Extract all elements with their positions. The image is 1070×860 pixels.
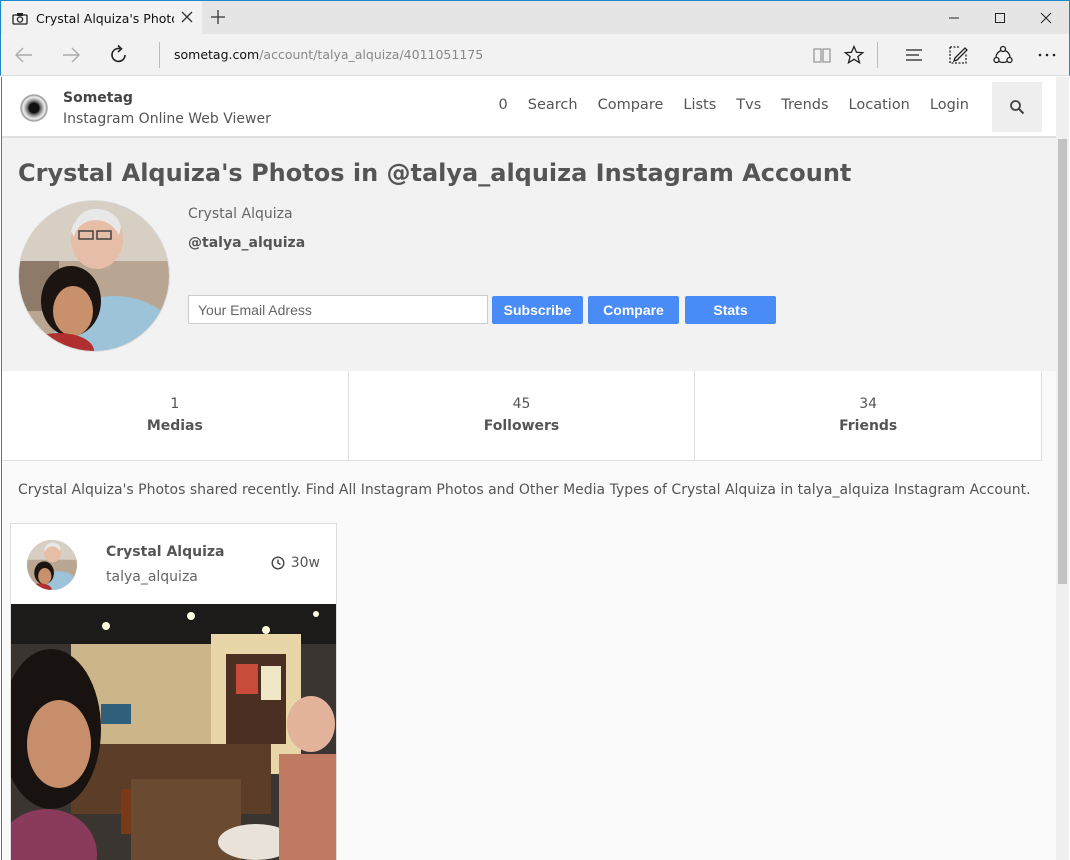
menu-item-lists[interactable]: Lists [683,97,716,113]
browser-toolbar: sometag.com/account/talya_alquiza/401105… [0,34,1070,76]
post-avatar[interactable] [27,540,77,590]
post-author-name[interactable]: Crystal Alquiza [106,544,224,560]
stat-label: Medias [146,418,203,434]
stat-value: 45 [512,396,531,412]
menu-item-compare[interactable]: Compare [598,97,664,113]
menu-item-login[interactable]: Login [930,97,969,113]
menu-item-count[interactable]: 0 [499,97,508,113]
clock-icon [271,556,285,570]
camera-icon [12,12,28,25]
web-page: Sometag Instagram Online Web Viewer 0 Se… [1,77,1069,860]
minimize-button[interactable] [931,1,977,35]
menu-item-location[interactable]: Location [849,97,910,113]
profile-avatar [18,200,170,352]
profile-name: Crystal Alquiza [188,206,293,222]
stats-button[interactable]: Stats [685,296,776,324]
share-icon[interactable] [992,44,1014,66]
stat-label: Friends [839,418,898,434]
browser-titlebar: Crystal Alquiza's Photos [0,0,1070,35]
hub-icon[interactable] [903,44,925,66]
site-tagline: Instagram Online Web Viewer [63,111,271,127]
close-icon [1040,12,1052,24]
menu-item-search[interactable]: Search [528,97,578,113]
page-scrollbar[interactable] [1056,77,1069,860]
stats-bar: 1 Medias 45 Followers 34 Friends [2,371,1043,461]
more-icon[interactable] [1036,44,1058,66]
stat-value: 34 [859,396,878,412]
post-photo[interactable] [11,604,336,860]
restaurant-photo [11,604,336,860]
stat-medias[interactable]: 1 Medias [2,371,349,460]
maximize-icon [995,13,1005,23]
description-text: Crystal Alquiza's Photos shared recently… [18,482,1031,498]
close-tab-icon[interactable] [180,10,194,24]
close-window-button[interactable] [1023,1,1069,35]
post-time: 30w [271,555,320,571]
minimize-icon [949,17,959,19]
profile-header: Crystal Alquiza's Photos in @talya_alqui… [2,138,1057,371]
site-brand[interactable]: Sometag [63,90,133,106]
url-path: /account/talya_alquiza/4011051175 [259,47,484,62]
menu-item-tvs[interactable]: Tvs [736,97,761,113]
stat-friends[interactable]: 34 Friends [695,371,1043,460]
post-card[interactable]: Crystal Alquiza talya_alquiza 30w [10,523,337,860]
subscribe-button[interactable]: Subscribe [492,296,583,324]
avatar-photo [19,201,169,351]
site-menu: 0 Search Compare Lists Tvs Trends Locati… [499,97,969,113]
compare-button[interactable]: Compare [588,296,679,324]
toolbar-separator [877,42,878,68]
post-avatar-photo [27,540,77,590]
browser-tab[interactable]: Crystal Alquiza's Photos [2,1,202,35]
new-tab-icon[interactable] [209,8,227,26]
menu-item-trends[interactable]: Trends [781,97,828,113]
stat-label: Followers [483,418,560,434]
address-field[interactable]: sometag.com/account/talya_alquiza/401105… [159,42,483,68]
search-button[interactable] [992,82,1042,132]
reading-view-icon[interactable] [811,44,833,66]
url-domain: sometag.com [174,47,260,62]
profile-handle: @talya_alquiza [188,235,306,251]
stat-followers[interactable]: 45 Followers [349,371,696,460]
post-author-handle[interactable]: talya_alquiza [106,569,198,585]
site-navbar: Sometag Instagram Online Web Viewer 0 Se… [2,77,1057,138]
stat-value: 1 [170,396,180,412]
post-time-value: 30w [290,555,320,571]
forward-icon[interactable] [60,44,82,66]
web-note-icon[interactable] [947,44,969,66]
refresh-icon[interactable] [108,44,130,66]
maximize-button[interactable] [977,1,1023,35]
tab-title: Crystal Alquiza's Photos [36,10,174,26]
scrollbar-thumb[interactable] [1058,139,1067,584]
email-input[interactable] [188,295,488,324]
page-title: Crystal Alquiza's Photos in @talya_alqui… [18,159,852,187]
favorite-star-icon[interactable] [843,44,865,66]
search-icon [1010,100,1025,115]
back-icon[interactable] [13,44,35,66]
sometag-logo-icon[interactable] [20,94,48,122]
